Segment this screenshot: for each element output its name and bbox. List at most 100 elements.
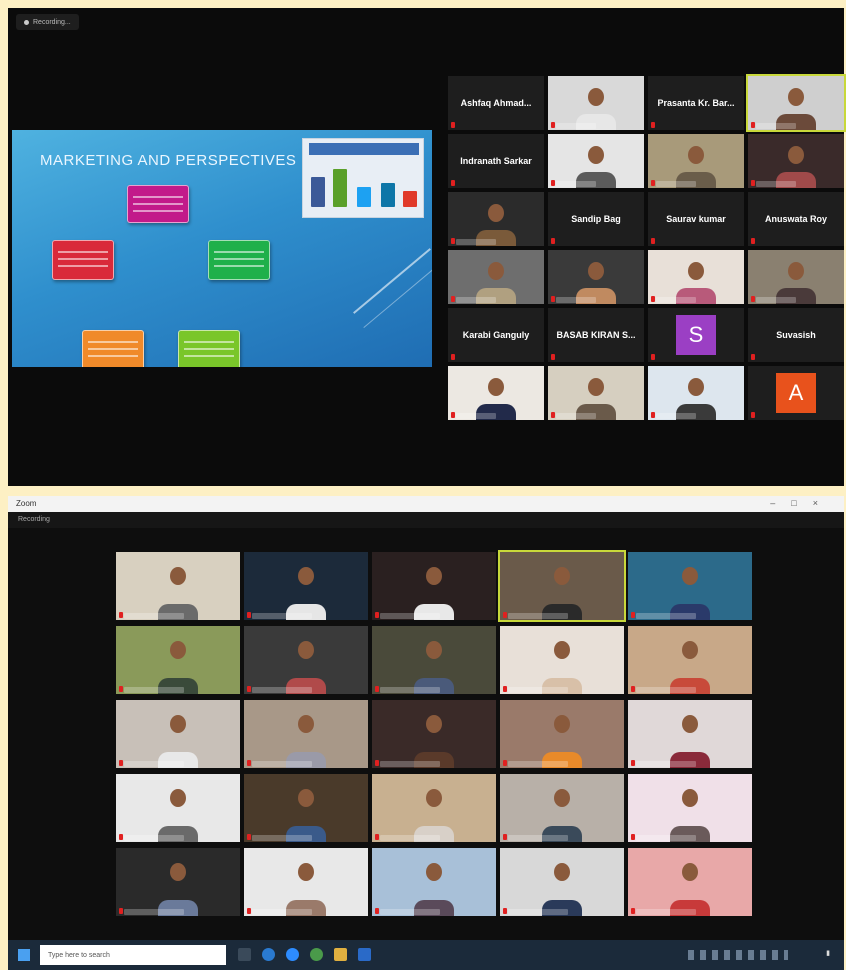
muted-mic-icon bbox=[451, 354, 455, 360]
participant-name-caption bbox=[756, 181, 796, 187]
participant-gallery bbox=[116, 550, 752, 922]
participant-video-tile[interactable] bbox=[244, 774, 368, 842]
participant-video-tile[interactable] bbox=[548, 250, 644, 304]
participant-video-tile[interactable] bbox=[628, 626, 752, 694]
participant-video-tile[interactable] bbox=[244, 552, 368, 620]
participant-video-tile[interactable] bbox=[116, 626, 240, 694]
muted-mic-icon bbox=[651, 354, 655, 360]
participant-video-tile[interactable] bbox=[498, 550, 626, 622]
muted-mic-icon bbox=[631, 686, 635, 692]
muted-mic-icon bbox=[751, 412, 755, 418]
participant-video-tile[interactable] bbox=[746, 74, 846, 132]
participant-video-tile[interactable] bbox=[628, 700, 752, 768]
participant-video-tile[interactable] bbox=[244, 700, 368, 768]
participant-video-tile[interactable] bbox=[372, 700, 496, 768]
participant-video-tile[interactable] bbox=[628, 552, 752, 620]
participant-name-tile[interactable]: Saurav kumar bbox=[648, 192, 744, 246]
participant-video-tile[interactable] bbox=[244, 626, 368, 694]
participant-face bbox=[554, 566, 570, 585]
participant-face bbox=[426, 714, 442, 733]
muted-mic-icon bbox=[375, 908, 379, 914]
participant-video-tile[interactable] bbox=[500, 626, 624, 694]
participant-face bbox=[488, 261, 504, 280]
participant-name-tile[interactable]: Indranath Sarkar bbox=[448, 134, 544, 188]
file-explorer-icon[interactable] bbox=[334, 948, 347, 961]
participant-name-tile[interactable]: Karabi Ganguly bbox=[448, 308, 544, 362]
participant-name-tile[interactable]: Sandip Bag bbox=[548, 192, 644, 246]
participant-avatar-tile[interactable]: S bbox=[648, 308, 744, 362]
participant-video-tile[interactable] bbox=[372, 626, 496, 694]
participant-name: Prasanta Kr. Bar... bbox=[657, 98, 735, 108]
participant-video-tile[interactable] bbox=[648, 134, 744, 188]
slide-box-bottom-right bbox=[178, 330, 240, 367]
participant-video-tile[interactable] bbox=[116, 552, 240, 620]
participant-name-caption bbox=[252, 687, 312, 693]
participant-name-tile[interactable]: BASAB KIRAN S... bbox=[548, 308, 644, 362]
participant-name-caption bbox=[636, 613, 696, 619]
muted-mic-icon bbox=[119, 686, 123, 692]
muted-mic-icon bbox=[247, 760, 251, 766]
window-controls[interactable]: –□× bbox=[770, 498, 834, 508]
participant-video-tile[interactable] bbox=[116, 848, 240, 916]
participant-name-tile[interactable]: Prasanta Kr. Bar... bbox=[648, 76, 744, 130]
participant-face bbox=[426, 566, 442, 585]
participant-face bbox=[298, 714, 314, 733]
participant-video-tile[interactable] bbox=[500, 700, 624, 768]
participant-video-tile[interactable] bbox=[372, 774, 496, 842]
muted-mic-icon bbox=[119, 834, 123, 840]
participant-video-tile[interactable] bbox=[628, 774, 752, 842]
participant-name-tile[interactable]: Anuswata Roy bbox=[748, 192, 844, 246]
participant-face bbox=[488, 203, 504, 222]
participant-face bbox=[488, 377, 504, 396]
participant-video-tile[interactable] bbox=[448, 192, 544, 246]
participant-video-tile[interactable] bbox=[116, 774, 240, 842]
chrome-browser-icon[interactable] bbox=[310, 948, 323, 961]
participant-video-tile[interactable] bbox=[628, 848, 752, 916]
participant-video-tile[interactable] bbox=[372, 552, 496, 620]
participant-name: BASAB KIRAN S... bbox=[556, 330, 636, 340]
participant-face bbox=[554, 714, 570, 733]
participant-face bbox=[426, 788, 442, 807]
participant-face bbox=[588, 377, 604, 396]
participant-video-tile[interactable] bbox=[448, 250, 544, 304]
participant-video-tile[interactable] bbox=[548, 134, 644, 188]
taskbar-clock[interactable]: ▮ bbox=[826, 949, 830, 957]
participant-video-tile[interactable] bbox=[648, 366, 744, 420]
participant-video-tile[interactable] bbox=[748, 134, 844, 188]
participant-video-tile[interactable] bbox=[500, 774, 624, 842]
participant-video-tile[interactable] bbox=[116, 700, 240, 768]
participant-video-tile[interactable] bbox=[448, 366, 544, 420]
participant-avatar-tile[interactable]: A bbox=[748, 366, 844, 420]
edge-browser-icon[interactable] bbox=[262, 948, 275, 961]
muted-mic-icon bbox=[651, 122, 655, 128]
recording-status[interactable]: Recording bbox=[18, 516, 50, 523]
participant-video-tile[interactable] bbox=[244, 848, 368, 916]
muted-mic-icon bbox=[651, 180, 655, 186]
participant-face bbox=[298, 788, 314, 807]
participant-video-tile[interactable] bbox=[372, 848, 496, 916]
participant-video-tile[interactable] bbox=[500, 848, 624, 916]
recording-indicator[interactable]: Recording... bbox=[16, 14, 79, 30]
avatar: A bbox=[776, 373, 816, 413]
slide-box-right bbox=[208, 240, 270, 280]
zoom-app-icon[interactable] bbox=[286, 948, 299, 961]
participant-video-tile[interactable] bbox=[648, 250, 744, 304]
system-tray-icons[interactable] bbox=[688, 950, 788, 960]
muted-mic-icon bbox=[631, 760, 635, 766]
store-app-icon[interactable] bbox=[358, 948, 371, 961]
participant-video-tile[interactable] bbox=[548, 76, 644, 130]
participant-name-caption bbox=[636, 835, 696, 841]
participant-name-tile[interactable]: Ashfaq Ahmad... bbox=[448, 76, 544, 130]
participant-face bbox=[788, 261, 804, 280]
task-view-icon[interactable] bbox=[238, 948, 251, 961]
participant-name-caption bbox=[380, 909, 440, 915]
participant-face bbox=[682, 566, 698, 585]
participant-video-tile[interactable] bbox=[748, 250, 844, 304]
window-app-name: Zoom bbox=[16, 499, 37, 508]
participant-name-caption bbox=[124, 613, 184, 619]
participant-name-tile[interactable]: Suvasish bbox=[748, 308, 844, 362]
participant-name-caption bbox=[456, 413, 496, 419]
participant-video-tile[interactable] bbox=[548, 366, 644, 420]
taskbar-search-input[interactable]: Type here to search bbox=[40, 945, 226, 965]
windows-start-icon[interactable] bbox=[18, 949, 30, 961]
